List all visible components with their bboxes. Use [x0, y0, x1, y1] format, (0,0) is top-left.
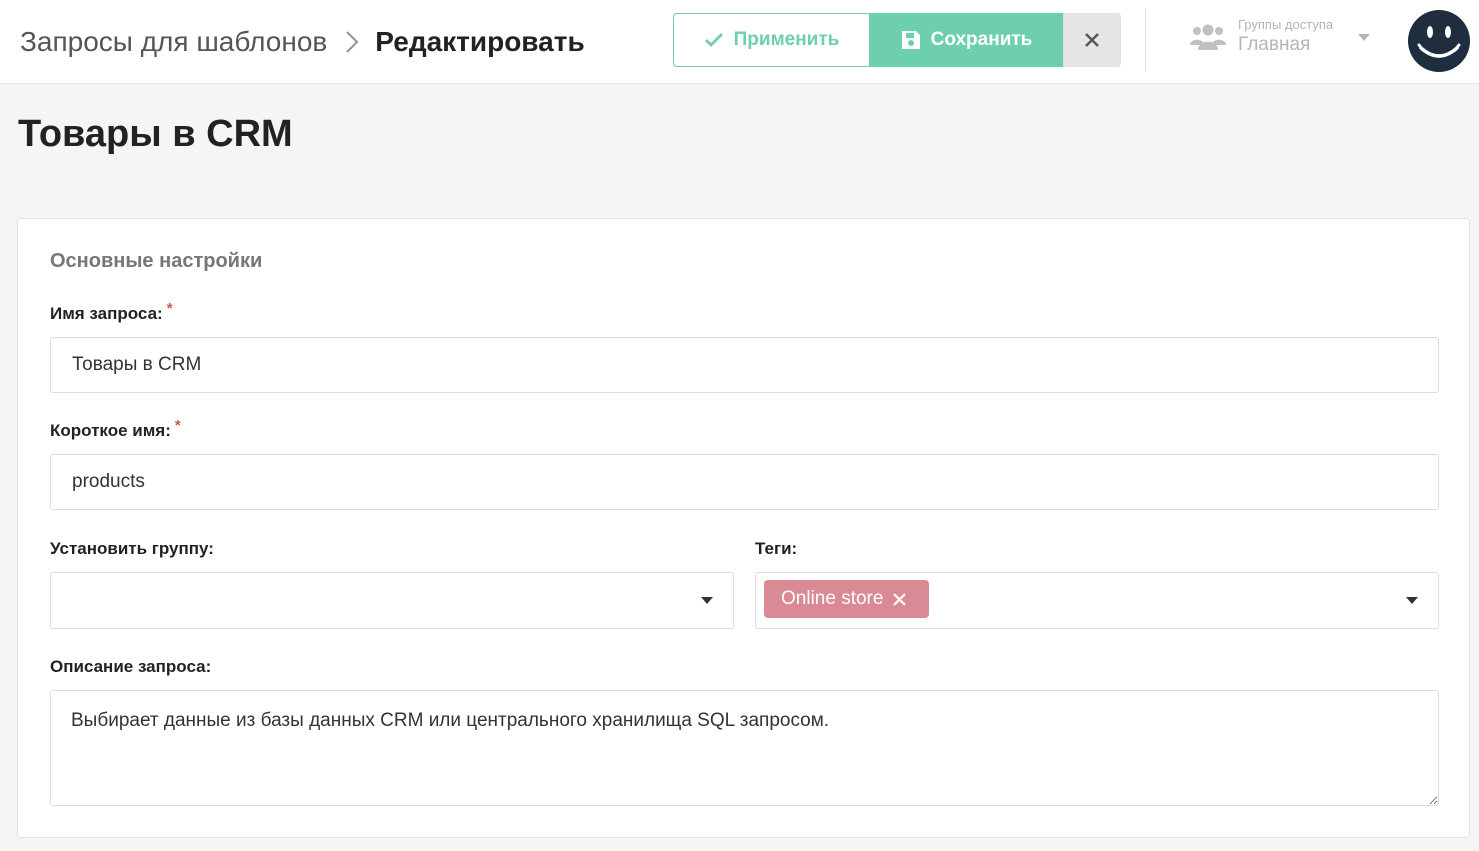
caret-down-icon: [701, 597, 713, 604]
main-settings-card: Основные настройки Имя запроса:* Коротко…: [17, 218, 1470, 838]
caret-down-icon: [1406, 597, 1418, 604]
avatar[interactable]: [1408, 10, 1470, 72]
top-bar: Запросы для шаблонов Редактировать Приме…: [0, 0, 1479, 84]
access-groups-dropdown[interactable]: Группы доступа Главная: [1190, 12, 1380, 62]
save-button[interactable]: Сохранить: [870, 13, 1063, 67]
smiley-face-icon: [1417, 26, 1461, 58]
query-name-label: Имя запроса: *: [50, 300, 173, 324]
breadcrumb-parent-link[interactable]: Запросы для шаблонов: [20, 26, 327, 58]
close-icon: [1085, 33, 1099, 47]
close-icon[interactable]: [893, 592, 907, 606]
apply-button[interactable]: Применить: [673, 13, 870, 67]
tag-chip: Online store: [764, 580, 929, 618]
toolbar-button-group: Применить Сохранить: [673, 13, 1121, 67]
group-label: Установить группу:: [50, 539, 214, 558]
header-divider: [1145, 8, 1146, 72]
tags-select[interactable]: Online store: [755, 572, 1439, 629]
description-textarea[interactable]: Выбирает данные из базы данных CRM или ц…: [50, 690, 1439, 806]
required-mark: *: [166, 300, 173, 317]
chevron-right-icon: [345, 30, 359, 54]
required-mark: *: [174, 417, 181, 434]
access-groups-value: Главная: [1238, 34, 1311, 55]
users-icon: [1190, 24, 1226, 50]
query-name-label-text: Имя запроса:: [50, 304, 163, 323]
section-title: Основные настройки: [50, 250, 263, 272]
close-button[interactable]: [1063, 13, 1121, 67]
tags-label: Теги:: [755, 539, 798, 558]
page-title: Товары в CRM: [18, 113, 293, 155]
check-icon: [704, 33, 723, 47]
short-name-label: Короткое имя: *: [50, 417, 181, 441]
floppy-disk-icon: [901, 31, 920, 49]
access-groups-label: Группы доступа: [1238, 17, 1334, 32]
breadcrumb: Запросы для шаблонов Редактировать: [20, 22, 585, 62]
breadcrumb-current: Редактировать: [375, 26, 585, 57]
caret-down-icon: [1358, 34, 1370, 41]
short-name-label-text: Короткое имя:: [50, 421, 171, 440]
short-name-input[interactable]: [50, 454, 1439, 510]
apply-button-label: Применить: [733, 29, 840, 50]
save-button-label: Сохранить: [930, 29, 1033, 50]
description-label: Описание запроса:: [50, 657, 212, 676]
group-select[interactable]: [50, 572, 734, 629]
query-name-input[interactable]: [50, 337, 1439, 393]
tag-chip-label: Online store: [781, 588, 884, 609]
